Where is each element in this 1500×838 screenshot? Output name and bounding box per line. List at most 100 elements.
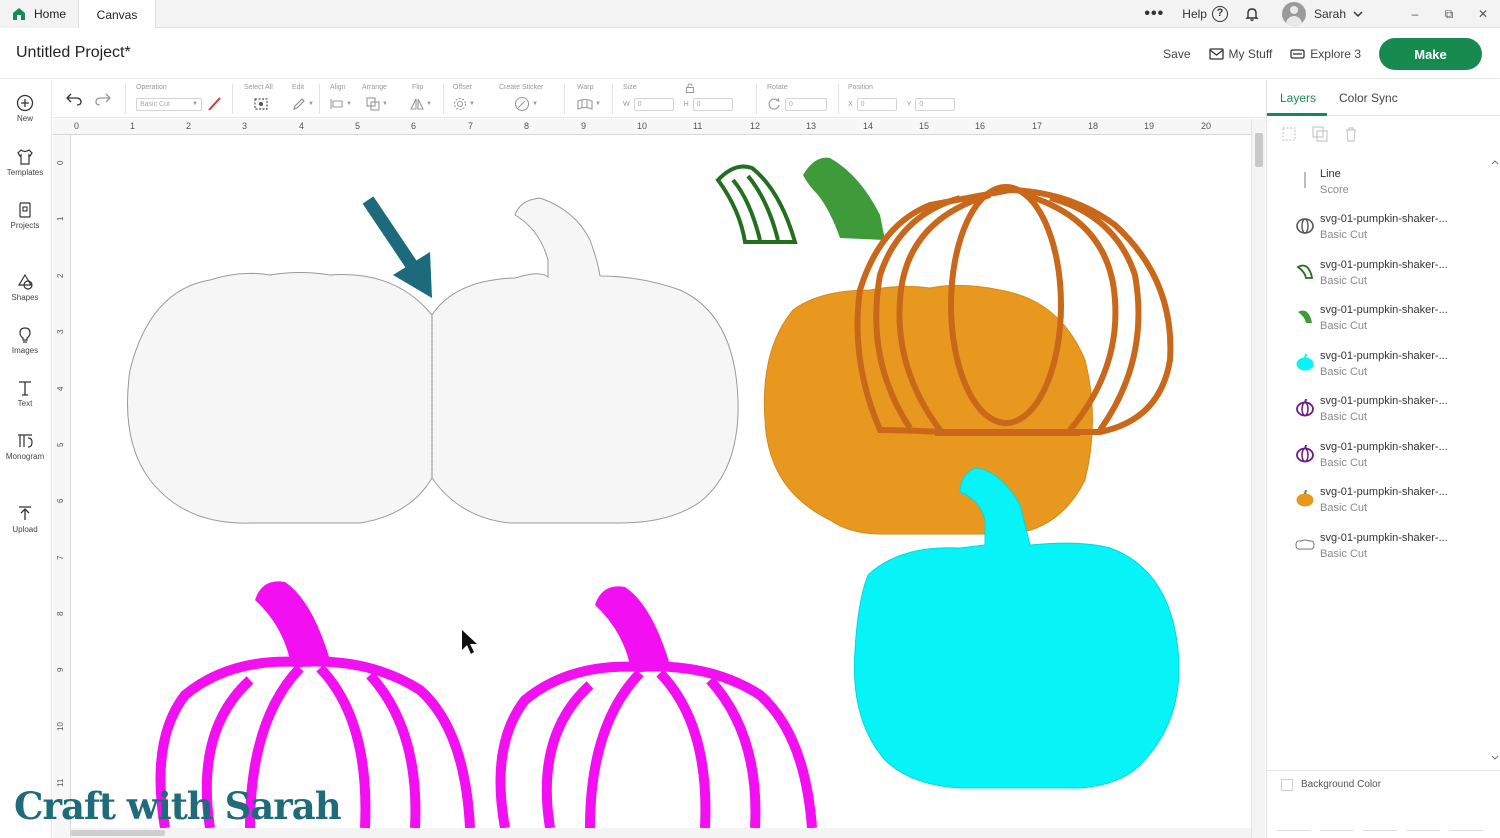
pumpkin-outline-icon bbox=[1295, 539, 1315, 550]
machine-button[interactable]: Explore 3 bbox=[1290, 47, 1361, 61]
text-icon bbox=[19, 381, 31, 396]
arrange-icon[interactable] bbox=[366, 97, 380, 111]
warp-icon[interactable] bbox=[577, 97, 593, 111]
tab-home[interactable]: Home bbox=[0, 0, 78, 28]
layer-name: svg-01-pumpkin-shaker-... bbox=[1320, 259, 1448, 271]
more-options-icon[interactable]: ••• bbox=[1142, 5, 1166, 23]
layer-item[interactable]: svg-01-pumpkin-shaker-... Basic Cut bbox=[1267, 478, 1487, 523]
tab-layers[interactable]: Layers bbox=[1280, 91, 1316, 105]
lock-icon[interactable] bbox=[685, 83, 695, 93]
stem-outline-icon bbox=[1296, 264, 1314, 279]
save-button[interactable]: Save bbox=[1163, 47, 1190, 61]
projects-button[interactable]: Projects bbox=[0, 201, 50, 230]
templates-button[interactable]: Templates bbox=[0, 148, 50, 177]
pumpkin-purple-icon bbox=[1296, 445, 1314, 463]
horizontal-scrollbar[interactable] bbox=[71, 828, 1251, 838]
monogram-label: Monogram bbox=[5, 452, 45, 461]
y-input[interactable]: 0 bbox=[915, 97, 956, 111]
tab-canvas[interactable]: Canvas bbox=[78, 0, 156, 29]
layer-operation: Basic Cut bbox=[1320, 411, 1368, 423]
monogram-button[interactable]: Monogram bbox=[0, 432, 50, 461]
edit-label: Edit bbox=[292, 84, 305, 91]
new-button[interactable]: New bbox=[0, 94, 50, 123]
layer-item[interactable]: svg-01-pumpkin-shaker-... Basic Cut bbox=[1267, 205, 1487, 250]
envelope-icon bbox=[1208, 48, 1224, 60]
project-header: Untitled Project* Save My Stuff Explore … bbox=[0, 28, 1500, 79]
help-button[interactable]: Help ? bbox=[1182, 6, 1228, 22]
layer-item[interactable]: svg-01-pumpkin-shaker-... Basic Cut bbox=[1267, 342, 1487, 387]
edit-icon[interactable] bbox=[292, 97, 306, 111]
x-label: X bbox=[848, 100, 853, 108]
combine-icon[interactable] bbox=[1320, 809, 1354, 831]
rotate-label: Rotate bbox=[767, 84, 788, 91]
pen-color-icon[interactable] bbox=[207, 97, 221, 111]
layer-item[interactable]: svg-01-pumpkin-shaker-... Basic Cut bbox=[1267, 296, 1487, 341]
layer-item[interactable]: svg-01-pumpkin-shaker-... Basic Cut bbox=[1267, 387, 1487, 432]
project-title[interactable]: Untitled Project* bbox=[16, 44, 131, 62]
make-button[interactable]: Make bbox=[1379, 38, 1482, 70]
green-stem[interactable] bbox=[803, 157, 885, 240]
panel-scrollbar[interactable] bbox=[1490, 160, 1500, 762]
rotate-input[interactable]: 0 bbox=[785, 97, 827, 111]
horizontal-scroll-thumb[interactable] bbox=[71, 830, 165, 836]
restore-icon[interactable]: ⧉ bbox=[1432, 7, 1466, 22]
background-color-checkbox[interactable] bbox=[1281, 779, 1293, 791]
redo-icon[interactable] bbox=[95, 92, 111, 106]
text-button[interactable]: Text bbox=[0, 379, 50, 408]
layer-actions bbox=[1281, 126, 1374, 142]
shapes-button[interactable]: Shapes bbox=[0, 273, 50, 302]
tab-canvas-label: Canvas bbox=[96, 7, 138, 22]
width-input[interactable]: 0 bbox=[633, 97, 674, 111]
magenta-pumpkin-right[interactable] bbox=[495, 586, 817, 828]
flip-label: Flip bbox=[412, 84, 424, 91]
top-right-controls: ••• Help ? Sarah – ⧉ ✕ bbox=[1142, 0, 1500, 28]
green-stem-outline[interactable] bbox=[715, 164, 798, 244]
layer-operation: Basic Cut bbox=[1320, 502, 1368, 514]
duplicate-icon[interactable] bbox=[1312, 126, 1328, 142]
user-name[interactable]: Sarah bbox=[1314, 7, 1346, 21]
layer-item[interactable]: svg-01-pumpkin-shaker-... Basic Cut bbox=[1267, 524, 1487, 569]
height-input[interactable]: 0 bbox=[692, 97, 733, 111]
select-all-icon[interactable] bbox=[253, 97, 269, 111]
layer-operation: Score bbox=[1320, 184, 1349, 196]
design-canvas[interactable]: 0 1 2 3 4 5 6 7 8 9 10 11 12 13 14 15 16… bbox=[53, 119, 1265, 838]
minimize-icon[interactable]: – bbox=[1398, 7, 1432, 21]
canvas-artwork bbox=[127, 157, 1180, 828]
offset-icon[interactable] bbox=[453, 97, 467, 111]
delete-icon[interactable] bbox=[1343, 126, 1359, 142]
pumpkin-card-right[interactable] bbox=[431, 197, 739, 524]
chevron-down-icon[interactable] bbox=[1352, 8, 1364, 20]
pumpkin-card-left[interactable] bbox=[127, 272, 433, 524]
sticker-icon[interactable] bbox=[514, 96, 530, 112]
slice-icon[interactable] bbox=[1277, 809, 1311, 831]
my-stuff-button[interactable]: My Stuff bbox=[1208, 47, 1272, 61]
machine-label: Explore 3 bbox=[1310, 47, 1361, 61]
layer-name: svg-01-pumpkin-shaker-... bbox=[1320, 213, 1448, 225]
layer-item[interactable]: svg-01-pumpkin-shaker-... Basic Cut bbox=[1267, 251, 1487, 296]
monogram-icon bbox=[18, 434, 33, 448]
layer-operation: Basic Cut bbox=[1320, 548, 1368, 560]
vertical-scroll-thumb[interactable] bbox=[1255, 133, 1263, 167]
flip-icon[interactable] bbox=[410, 97, 424, 111]
machine-icon bbox=[1290, 49, 1305, 59]
flatten-icon[interactable] bbox=[1406, 809, 1440, 831]
align-icon[interactable] bbox=[330, 97, 344, 111]
x-input[interactable]: 0 bbox=[856, 97, 897, 111]
layer-item[interactable]: Line Score bbox=[1267, 160, 1487, 205]
layer-item[interactable]: svg-01-pumpkin-shaker-... Basic Cut bbox=[1267, 433, 1487, 478]
group-icon[interactable] bbox=[1281, 126, 1297, 142]
undo-icon[interactable] bbox=[66, 92, 82, 106]
contour-icon[interactable] bbox=[1449, 809, 1483, 831]
help-label: Help bbox=[1182, 7, 1207, 21]
close-icon[interactable]: ✕ bbox=[1466, 7, 1500, 21]
tab-color-sync[interactable]: Color Sync bbox=[1339, 91, 1398, 105]
attach-icon[interactable] bbox=[1363, 809, 1397, 831]
upload-button[interactable]: Upload bbox=[0, 505, 50, 534]
left-toolbar: New Templates Projects Shapes Images Tex… bbox=[0, 80, 52, 838]
avatar[interactable] bbox=[1281, 2, 1306, 26]
bell-icon[interactable] bbox=[1244, 6, 1260, 22]
panel-footer-actions bbox=[1277, 809, 1492, 831]
vertical-scrollbar[interactable] bbox=[1251, 119, 1265, 838]
images-button[interactable]: Images bbox=[0, 326, 50, 355]
operation-select[interactable]: Basic Cut ▼ bbox=[136, 97, 202, 111]
